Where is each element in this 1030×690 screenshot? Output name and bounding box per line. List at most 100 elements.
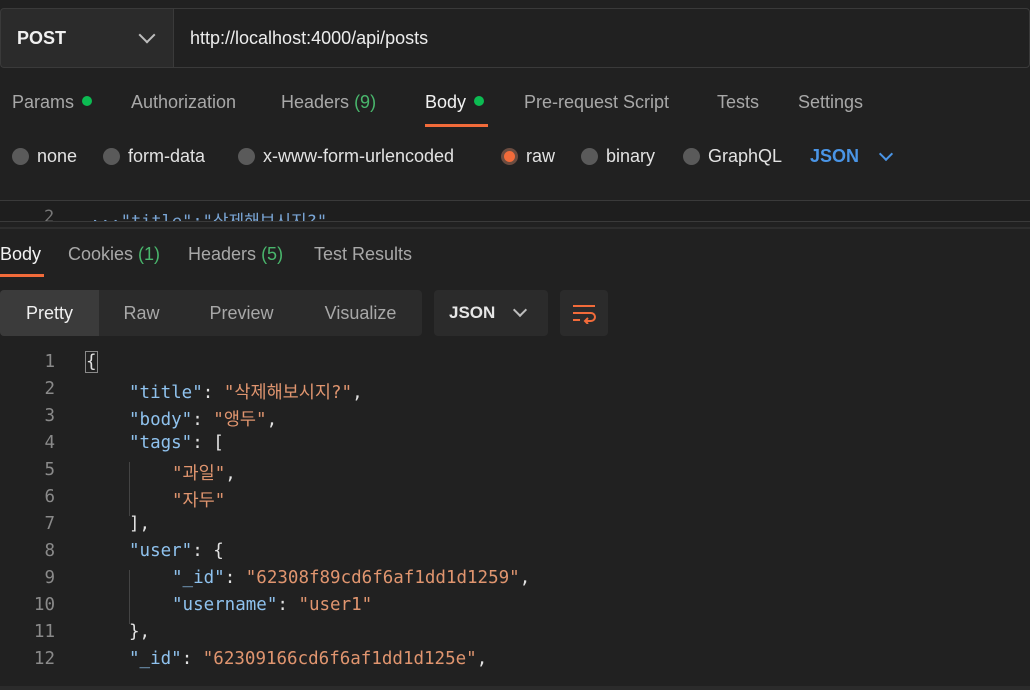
radio-graphql-circle[interactable] [683,148,700,165]
json-string: "자두" [172,491,226,511]
line-number: 8 [44,541,55,561]
json-punct: }, [129,622,151,642]
json-punct: : [181,649,203,669]
view-preview-button[interactable]: Preview [184,290,299,336]
radio-binary[interactable]: binary [581,146,655,167]
code-line: 5 "과일", [0,460,1030,489]
view-preview-label: Preview [209,302,274,323]
code-line: 10 "username": "user1" [0,595,1030,624]
request-body-editor[interactable]: 2 ···"title":"삭제해보시지?" [0,200,1030,222]
tab-prerequest-script[interactable]: Pre-request Script [524,92,669,113]
line-number: 7 [44,514,55,534]
code-line: 12 "_id": "62309166cd6f6af1dd1d125e", [0,649,1030,676]
tab-params[interactable]: Params [12,92,93,113]
radio-binary-circle[interactable] [581,148,598,165]
json-string: "62309166cd6f6af1dd1d125e" [202,649,477,669]
tab-body-label: Body [425,92,467,112]
json-key: "title" [129,383,203,403]
radio-graphql[interactable]: GraphQL [683,146,782,167]
response-view-toolbar: Pretty Raw Preview Visualize JSON [0,290,1030,336]
tab-body[interactable]: Body [425,92,485,113]
bottom-border [0,686,1030,690]
radio-none[interactable]: none [12,146,77,167]
method-select[interactable]: POST [0,8,173,68]
code-line: 4 "tags": [ [0,433,1030,460]
json-punct: , [225,464,236,484]
tab-settings[interactable]: Settings [798,92,863,113]
view-raw-label: Raw [123,302,160,323]
body-type-options: none form-data x-www-form-urlencoded raw… [0,140,1030,176]
radio-raw-circle[interactable] [501,148,518,165]
resp-tab-test-results[interactable]: Test Results [314,244,412,265]
resp-tab-cookies[interactable]: Cookies (1) [68,244,160,265]
radio-none-circle[interactable] [12,148,29,165]
radio-urlencoded[interactable]: x-www-form-urlencoded [238,146,454,167]
view-pretty-button[interactable]: Pretty [0,290,99,336]
indent-guide [129,462,130,489]
radio-form-data-label: form-data [128,146,206,166]
line-text: "_id": "62309166cd6f6af1dd1d125e", [129,649,487,669]
chevron-down-icon [878,146,894,161]
view-raw-button[interactable]: Raw [99,290,184,336]
resp-tab-headers[interactable]: Headers (5) [188,244,283,265]
radio-urlencoded-circle[interactable] [238,148,255,165]
request-tabs: Params Authorization Headers (9) Body Pr… [0,80,1030,130]
response-format-select[interactable]: JSON [434,290,548,336]
view-pretty-label: Pretty [25,302,73,323]
json-key: "_id" [129,649,182,669]
json-string: "과일" [172,464,226,484]
line-number: 12 [33,649,55,669]
json-string: "삭제해보시지?" [223,383,353,403]
code-line: 9 "_id": "62308f89cd6f6af1dd1d1259", [0,568,1030,597]
headers-count: (9) [354,92,377,112]
radio-form-data-circle[interactable] [103,148,120,165]
code-line: 7], [0,514,1030,541]
code-line: 1{ [0,351,1030,379]
code-line: 11}, [0,622,1030,649]
code-line: 3 "body": "앵두", [0,406,1030,433]
tab-authorization[interactable]: Authorization [131,92,236,113]
url-text: http://localhost:4000/api/posts [190,27,429,48]
url-input[interactable]: http://localhost:4000/api/posts [173,8,1030,68]
line-text: "과일", [172,460,236,485]
radio-form-data[interactable]: form-data [103,146,205,167]
resp-tab-test-results-label: Test Results [314,244,413,264]
tab-tests[interactable]: Tests [717,92,759,113]
method-label: POST [17,27,67,48]
json-punct: : { [192,541,224,561]
body-format-label: JSON [810,146,860,166]
wrap-lines-button[interactable] [560,290,608,336]
tab-settings-label: Settings [798,92,864,112]
line-text: "user": { [129,541,224,561]
radio-raw-label: raw [526,146,556,166]
line-text: }, [129,622,150,642]
line-text: "자두" [172,487,225,512]
view-visualize-label: Visualize [324,302,397,323]
tab-params-label: Params [12,92,75,112]
resp-tab-headers-label: Headers [188,244,257,264]
response-body-viewer[interactable]: 1{2 "title": "삭제해보시지?", 3 "body": "앵두", 4 "ta… [0,351,1030,682]
resp-tab-body-label: Body [0,244,42,264]
tab-headers-label: Headers [281,92,350,112]
tab-prerequest-label: Pre-request Script [524,92,670,112]
chevron-down-icon [513,302,528,318]
radio-none-label: none [37,146,78,166]
view-visualize-button[interactable]: Visualize [299,290,422,336]
json-key: "body" [129,410,193,430]
json-punct: : [277,595,299,615]
json-punct: , [352,383,363,403]
resp-tab-cookies-label: Cookies [68,244,134,264]
radio-binary-label: binary [606,146,656,166]
line-text: "tags": [ [129,433,224,453]
resp-tab-body[interactable]: Body [0,244,41,265]
pane-resize-handle[interactable] [0,227,1030,229]
json-string: "앵두" [213,410,267,430]
line-number: 11 [33,622,55,642]
line-number: 5 [44,460,55,480]
body-format-select[interactable]: JSON [810,146,895,167]
radio-raw[interactable]: raw [501,146,555,167]
line-number: 9 [44,568,55,588]
tab-headers[interactable]: Headers (9) [281,92,376,113]
line-number: 1 [44,352,55,372]
line-number: 4 [44,433,55,453]
